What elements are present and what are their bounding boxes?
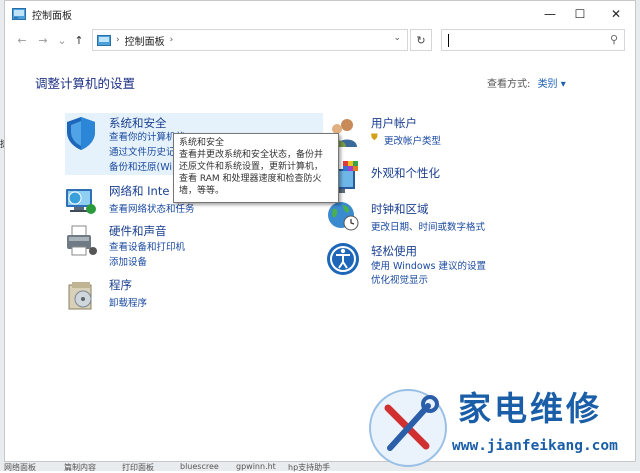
taskbar-item[interactable]: 篇制内容: [64, 462, 96, 473]
category-link[interactable]: ⛊ 更改帐户类型: [371, 133, 441, 147]
category-link[interactable]: 备份和还原(Wi: [109, 159, 172, 173]
back-arrow-icon[interactable]: ←: [15, 33, 29, 47]
address-bar[interactable]: › 控制面板 › ⌄: [92, 29, 408, 51]
category-title[interactable]: 程序: [109, 277, 132, 293]
breadcrumb-separator[interactable]: ›: [170, 35, 174, 45]
category-link[interactable]: 添加设备: [109, 254, 147, 268]
programs-disc-icon: [68, 282, 92, 310]
watermark: 家电维修 www.jianfeikang.com: [360, 380, 640, 471]
tooltip: 系统和安全 查看并更改系统和安全状态，备份并 还原文件和系统设置，更新计算机， …: [173, 133, 339, 203]
category-link[interactable]: 卸载程序: [109, 295, 147, 309]
category-link[interactable]: 使用 Windows 建议的设置: [371, 258, 486, 272]
category-link[interactable]: 查看设备和打印机: [109, 239, 185, 253]
control-panel-icon: [97, 34, 111, 46]
taskbar-item[interactable]: bluescree: [180, 462, 219, 471]
category-link[interactable]: 查看网络状态和任务: [109, 201, 195, 215]
taskbar-item[interactable]: hp支持助手: [288, 462, 330, 473]
maximize-button[interactable]: ☐: [561, 1, 599, 27]
category-ease-of-access[interactable]: 轻松使用 使用 Windows 建议的设置 优化视觉显示: [325, 241, 535, 286]
category-user-accounts[interactable]: 用户帐户 ⛊ 更改帐户类型: [325, 115, 535, 151]
category-title[interactable]: 网络和 Inte: [109, 183, 169, 199]
search-icon[interactable]: ⚲: [610, 33, 618, 46]
category-title[interactable]: 用户帐户: [371, 115, 417, 131]
watermark-title: 家电维修: [458, 389, 602, 428]
uac-shield-icon: ⛊: [371, 133, 378, 143]
close-button[interactable]: ✕: [597, 1, 635, 27]
category-title[interactable]: 时钟和区域: [371, 201, 429, 217]
chevron-down-icon[interactable]: ⌄: [393, 33, 401, 43]
navigation-bar: ← → ⌄ ↑ › 控制面板 › ⌄ ↻ ⚲: [5, 27, 635, 55]
category-title[interactable]: 外观和个性化: [371, 165, 440, 181]
network-globe-icon: [66, 189, 96, 214]
tools-logo-icon: [369, 389, 447, 467]
forward-arrow-icon[interactable]: →: [36, 33, 50, 47]
tooltip-line: 墙，等等。: [179, 186, 225, 196]
category-link-label: 更改帐户类型: [384, 136, 442, 147]
category-link[interactable]: 优化视觉显示: [371, 272, 428, 286]
text-cursor: [448, 34, 449, 47]
taskbar-item[interactable]: 打印面板: [122, 462, 154, 473]
taskbar-item[interactable]: 网络面板: [4, 462, 36, 473]
tooltip-line: 还原文件和系统设置，更新计算机，: [179, 162, 324, 172]
category-hardware-sound[interactable]: 硬件和声音 查看设备和打印机 添加设备: [63, 223, 273, 268]
breadcrumb-item[interactable]: 控制面板: [125, 33, 165, 48]
ease-of-access-icon: [327, 243, 359, 275]
tooltip-line: 查看 RAM 和处理器速度和检查防火: [179, 174, 322, 184]
control-panel-icon: [12, 8, 26, 20]
category-title[interactable]: 轻松使用: [371, 243, 417, 259]
watermark-url: www.jianfeikang.com: [452, 438, 618, 454]
category-title[interactable]: 硬件和声音: [109, 223, 167, 239]
taskbar-item[interactable]: gpwinn.ht: [236, 462, 276, 471]
view-by: 查看方式: 类别 ▾: [487, 75, 566, 90]
window-title: 控制面板: [32, 10, 72, 22]
up-arrow-icon[interactable]: ↑: [72, 33, 86, 47]
printer-icon: [67, 225, 97, 256]
recent-locations-icon[interactable]: ⌄: [55, 33, 69, 47]
breadcrumb-separator: ›: [116, 35, 120, 45]
category-link[interactable]: 通过文件历史记: [109, 144, 176, 158]
category-link[interactable]: 更改日期、时间或数字格式: [371, 219, 485, 233]
page-title: 调整计算机的设置: [35, 76, 136, 91]
refresh-icon[interactable]: ↻: [410, 29, 432, 51]
view-by-label: 查看方式:: [487, 79, 531, 90]
shield-icon: [67, 117, 95, 150]
tooltip-line: 查看并更改系统和安全状态，备份并: [179, 150, 324, 160]
category-appearance[interactable]: 外观和个性化: [325, 161, 535, 197]
view-by-dropdown[interactable]: 类别 ▾: [538, 79, 566, 90]
category-clock-region[interactable]: 时钟和区域 更改日期、时间或数字格式: [325, 197, 535, 233]
tooltip-title: 系统和安全: [179, 138, 225, 148]
category-programs[interactable]: 程序 卸载程序: [63, 277, 273, 313]
search-input[interactable]: ⚲: [441, 29, 625, 51]
